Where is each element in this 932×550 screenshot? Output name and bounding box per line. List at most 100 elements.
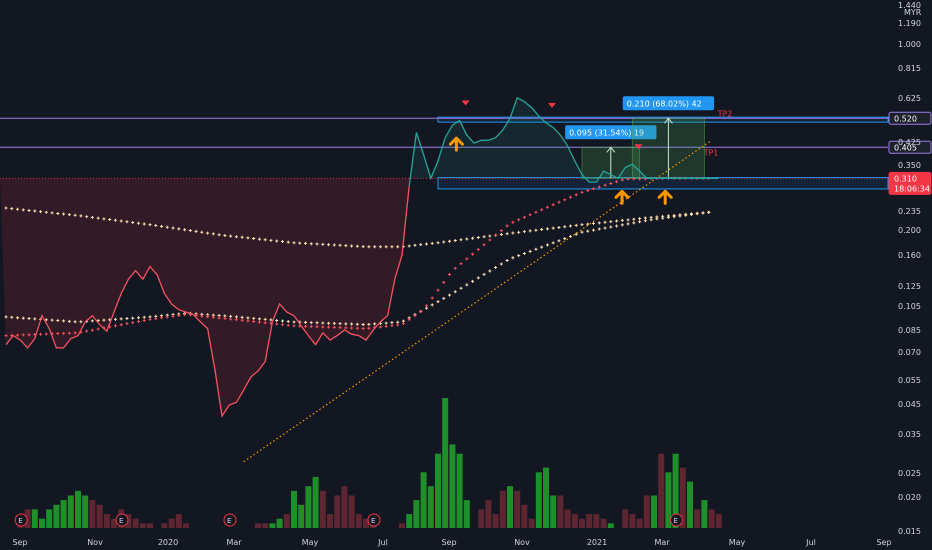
moving-average-dot (136, 320, 140, 324)
volume-bar (103, 514, 110, 528)
moving-average-dot (482, 235, 486, 239)
moving-average-dot (448, 273, 452, 277)
moving-average-dot (643, 216, 647, 220)
moving-average-dot (142, 315, 146, 319)
volume-bar (708, 509, 715, 528)
moving-average-dot (511, 231, 515, 235)
volume-bar (550, 495, 557, 528)
moving-average-dot (154, 317, 158, 321)
moving-average-dot (534, 247, 538, 251)
volume-bar (658, 453, 665, 528)
moving-average-dot (494, 265, 498, 269)
moving-average-dot (522, 251, 526, 255)
moving-average-dot (459, 286, 463, 290)
y-tick-label: 0.045 (898, 400, 921, 409)
volume-bar (579, 518, 585, 528)
moving-average-dot (407, 244, 411, 248)
volume-bar (262, 523, 269, 528)
earnings-label: E (673, 517, 677, 525)
moving-average-dot (597, 221, 601, 225)
volume-bar (75, 490, 81, 528)
moving-average-dot (626, 218, 630, 222)
volume-bar (327, 514, 333, 528)
target-info-label: 0.210 (68.02%) 42 (627, 99, 702, 108)
moving-average-dot (632, 217, 636, 221)
x-tick-label: Sep (441, 538, 456, 547)
y-tick-label: 0.070 (898, 348, 921, 357)
y-tick-label: 0.350 (898, 161, 921, 170)
y-axis: 0.5200.4050.31018:06:341.4401.1901.0000.… (888, 1, 932, 536)
x-tick-label: Mar (654, 538, 670, 547)
moving-average-dot (142, 318, 146, 322)
volume-bar (39, 518, 45, 528)
moving-average-dot (275, 318, 279, 322)
volume-bar (175, 514, 182, 528)
volume-bar (694, 509, 701, 528)
volume-bar (629, 514, 636, 528)
earnings-label: E (119, 517, 123, 525)
volume-bar (492, 514, 499, 528)
moving-average-dot (609, 225, 613, 229)
volume-bar (514, 490, 521, 528)
area-fill-layer (0, 97, 719, 417)
price-chart[interactable]: 0.095 (31.54%) 19TP10.210 (68.02%) 42TP2… (0, 0, 932, 550)
moving-average-dot (586, 188, 590, 192)
moving-average-dot (465, 257, 469, 261)
earnings-label: E (18, 517, 22, 525)
volume-bar (168, 518, 175, 528)
moving-average-dot (384, 321, 388, 325)
volume-bar (31, 509, 38, 528)
moving-average-dot (488, 238, 492, 242)
moving-average-dot (522, 215, 526, 219)
moving-average-dot (476, 276, 480, 280)
sell-signal-icon (461, 100, 470, 106)
moving-average-dot (275, 322, 279, 326)
x-tick-label: 2021 (587, 538, 607, 547)
moving-average-dot (586, 229, 590, 233)
moving-average-dot (540, 208, 544, 212)
moving-average-dot (517, 230, 521, 234)
volume-bar (183, 523, 189, 528)
volume-bar (499, 490, 506, 528)
level-time-label: 18:06:34 (894, 184, 930, 193)
moving-average-dot (136, 316, 140, 320)
moving-average-dot (419, 243, 423, 247)
moving-average-dot (626, 222, 630, 226)
moving-average-dot (160, 316, 164, 320)
volume-bar (420, 472, 427, 528)
volume-bar (687, 481, 693, 528)
moving-average-dot (401, 322, 405, 326)
moving-average-dot (643, 219, 647, 223)
moving-average-dot (286, 319, 290, 323)
moving-average-dot (557, 200, 561, 204)
volume-bar (399, 523, 405, 528)
volume-bar (564, 509, 571, 528)
moving-average-dot (568, 234, 572, 238)
volume-bar (161, 523, 168, 528)
y-tick-label: 0.015 (898, 527, 921, 536)
volume-bar (427, 486, 434, 528)
y-tick-label: 0.200 (898, 226, 921, 235)
y-tick-label: 0.625 (898, 94, 921, 103)
x-tick-label: Mar (226, 538, 242, 547)
moving-average-dot (476, 235, 480, 239)
volume-bar (406, 514, 413, 528)
moving-average-dot (131, 321, 135, 325)
moving-average-dot (90, 319, 94, 323)
moving-average-dot (90, 328, 94, 332)
moving-average-dot (384, 324, 388, 328)
moving-average-dot (482, 243, 486, 247)
volume-bar (463, 500, 470, 528)
moving-average-dot (632, 221, 636, 225)
moving-average-dot (545, 227, 549, 231)
moving-average-dot (413, 243, 417, 247)
moving-average-dot (620, 218, 624, 222)
moving-average-dot (430, 303, 434, 307)
moving-average-dot (419, 310, 423, 314)
volume-layer (17, 398, 722, 528)
moving-average-dot (453, 266, 457, 270)
moving-average-dot (96, 327, 100, 331)
moving-average-dot (528, 229, 532, 233)
moving-average-dot (499, 229, 503, 233)
volume-bar (607, 523, 614, 528)
